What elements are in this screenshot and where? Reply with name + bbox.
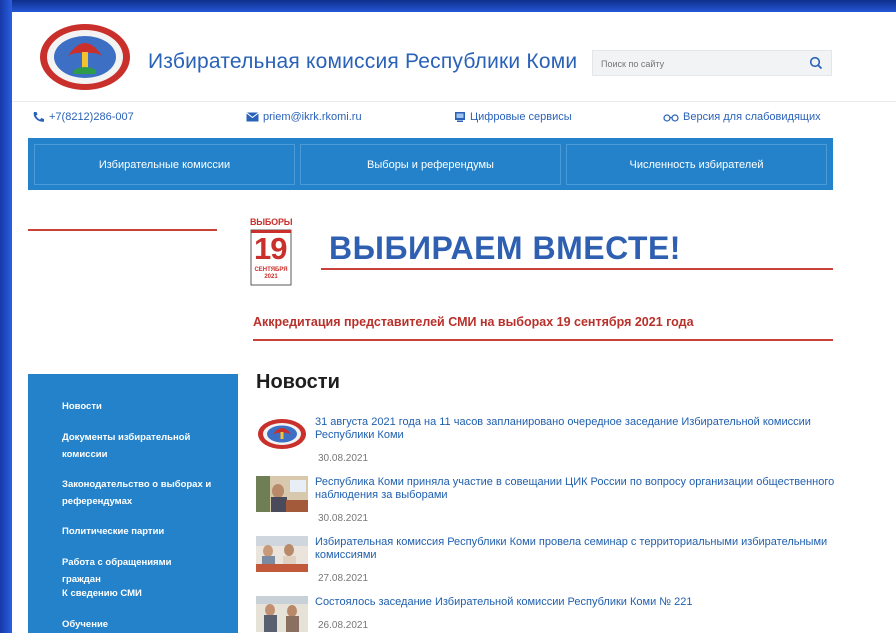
elections-logo-day: 19 [254, 231, 287, 266]
nav-election-commissions[interactable]: Избирательные комиссии [34, 144, 295, 185]
news-date: 30.08.2021 [318, 513, 369, 524]
news-thumbnail-photo[interactable] [256, 476, 308, 512]
window-frame-left [0, 0, 12, 633]
main-navigation: Избирательные комиссии Выборы и референд… [28, 138, 833, 190]
sidebar-item-training[interactable]: Обучение [62, 616, 212, 633]
news-link[interactable]: Избирательная комиссия Республики Коми п… [315, 536, 835, 562]
search-input[interactable] [599, 55, 793, 72]
digital-services-label[interactable]: Цифровые сервисы [470, 111, 572, 123]
header-divider [12, 101, 896, 102]
sidebar-item-documents[interactable]: Документы избирательной комиссии [62, 429, 212, 463]
accessibility-version-link[interactable]: Версия для слабовидящих [663, 111, 821, 123]
elections-logo-year: 2021 [264, 274, 278, 280]
news-item[interactable]: 31 августа 2021 года на 11 часов заплани… [256, 416, 846, 466]
news-heading: Новости [256, 371, 340, 393]
news-date: 30.08.2021 [318, 453, 369, 464]
sidebar-item-legislation[interactable]: Законодательство о выборах и референдума… [62, 476, 212, 510]
sidebar-menu: Новости Документы избирательной комиссии… [28, 374, 238, 633]
digital-services-link[interactable]: Цифровые сервисы [454, 111, 572, 123]
news-thumbnail-photo[interactable] [256, 596, 308, 632]
elections-logo-word: ВЫБОРЫ [250, 217, 293, 227]
banner-slogan[interactable]: ВЫБИРАЕМ ВМЕСТЕ! [329, 230, 681, 267]
search-box [592, 50, 832, 76]
site-title[interactable]: Избирательная комиссия Республики Коми [148, 50, 577, 74]
phone-number[interactable]: +7(8212)286-007 [49, 111, 134, 123]
sidebar-item-news[interactable]: Новости [62, 398, 212, 415]
nav-elections-referendums[interactable]: Выборы и референдумы [300, 144, 561, 185]
accreditation-link[interactable]: Аккредитация представителей СМИ на выбор… [253, 315, 694, 329]
news-thumbnail-emblem[interactable] [256, 416, 308, 452]
news-link[interactable]: Состоялось заседание Избирательной комис… [315, 596, 835, 609]
news-item[interactable]: Избирательная комиссия Республики Коми п… [256, 536, 846, 586]
banner-rule-right [321, 268, 833, 270]
news-link[interactable]: 31 августа 2021 года на 11 часов заплани… [315, 416, 835, 442]
sidebar-item-for-media[interactable]: К сведению СМИ [62, 585, 212, 602]
glasses-icon [663, 113, 679, 122]
news-link[interactable]: Республика Коми приняла участие в совеща… [315, 476, 835, 502]
accessibility-version-label[interactable]: Версия для слабовидящих [683, 111, 821, 123]
email-address[interactable]: priem@ikrk.rkomi.ru [263, 111, 362, 123]
web-page: Избирательная комиссия Республики Коми +… [12, 12, 896, 633]
phone-contact[interactable]: +7(8212)286-007 [32, 111, 134, 123]
commission-emblem-logo[interactable] [38, 22, 132, 92]
envelope-icon [246, 112, 259, 122]
window-frame-top [0, 0, 896, 12]
email-contact[interactable]: priem@ikrk.rkomi.ru [246, 111, 362, 123]
monitor-icon [455, 112, 465, 122]
accreditation-rule [253, 339, 833, 341]
sidebar-item-parties[interactable]: Политические партии [62, 523, 212, 540]
elections-logo-month: СЕНТЯБРЯ [254, 267, 288, 273]
site-header: Избирательная комиссия Республики Коми [12, 12, 896, 102]
news-date: 27.08.2021 [318, 573, 369, 584]
news-item[interactable]: Республика Коми приняла участие в совеща… [256, 476, 846, 526]
nav-voter-count[interactable]: Численность избирателей [566, 144, 827, 185]
elections-2021-logo[interactable]: ВЫБОРЫ 19 СЕНТЯБРЯ 2021 [248, 217, 294, 287]
sidebar-item-citizen-appeals[interactable]: Работа с обращениями граждан [62, 554, 212, 588]
search-icon[interactable] [807, 54, 825, 72]
news-thumbnail-photo[interactable] [256, 536, 308, 572]
news-date: 26.08.2021 [318, 620, 369, 631]
banner-rule-left [28, 229, 217, 231]
contact-bar: +7(8212)286-007 priem@ikrk.rkomi.ru Цифр… [12, 111, 896, 131]
news-item[interactable]: Состоялось заседание Избирательной комис… [256, 596, 846, 633]
phone-icon [33, 112, 44, 122]
